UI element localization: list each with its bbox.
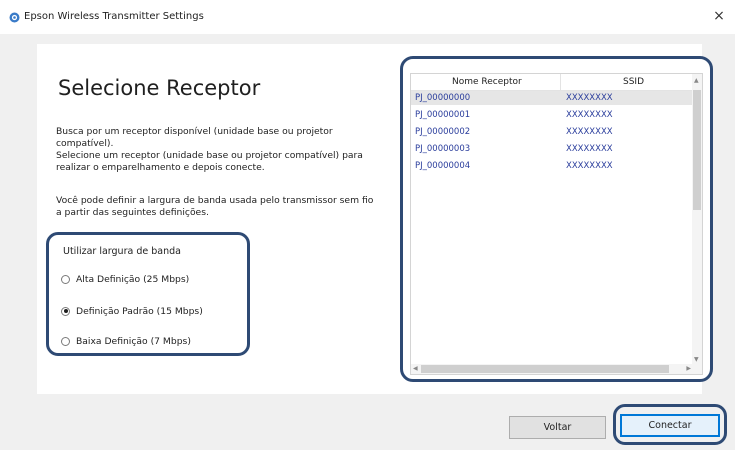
receiver-name: PJ_00000003 — [415, 144, 471, 154]
horizontal-scroll-thumb[interactable] — [421, 365, 669, 373]
list-row[interactable]: PJ_00000003 XXXXXXXX — [411, 142, 694, 156]
receiver-ssid: XXXXXXXX — [566, 93, 613, 103]
radio-button-selected[interactable] — [61, 306, 70, 316]
list-row[interactable]: PJ_00000002 XXXXXXXX — [411, 125, 694, 139]
receiver-name: PJ_00000004 — [415, 161, 471, 171]
vertical-scroll-thumb[interactable] — [693, 90, 701, 210]
receiver-list[interactable]: Nome Receptor SSID PJ_00000000 XXXXXXXX … — [410, 73, 703, 375]
list-row-selected[interactable]: PJ_00000000 XXXXXXXX — [411, 91, 694, 105]
horizontal-scrollbar[interactable]: ◀ ▶ — [411, 364, 694, 374]
bandwidth-group-label: Utilizar largura de banda — [63, 246, 181, 257]
scroll-up-icon[interactable]: ▲ — [694, 77, 699, 84]
receiver-name: PJ_00000001 — [415, 110, 471, 120]
close-icon[interactable]: × — [709, 6, 729, 26]
radio-high-definition[interactable]: Alta Definição (25 Mbps) — [61, 272, 189, 286]
description-text: Busca por um receptor disponível (unidad… — [56, 126, 363, 173]
scroll-down-icon[interactable]: ▼ — [694, 356, 699, 363]
radio-button[interactable] — [61, 274, 70, 284]
scroll-left-icon[interactable]: ◀ — [413, 365, 418, 372]
page-title: Selecione Receptor — [58, 76, 261, 100]
bandwidth-description: Você pode definir a largura de banda usa… — [56, 195, 374, 218]
receiver-ssid: XXXXXXXX — [566, 161, 613, 171]
radio-low-definition[interactable]: Baixa Definição (7 Mbps) — [61, 334, 191, 348]
vertical-scrollbar[interactable]: ▲ ▼ — [692, 74, 702, 374]
column-divider[interactable] — [560, 74, 561, 90]
title-bar: Epson Wireless Transmitter Settings × — [0, 0, 735, 34]
back-button[interactable]: Voltar — [509, 416, 606, 439]
receiver-list-highlight: Nome Receptor SSID PJ_00000000 XXXXXXXX … — [400, 56, 713, 382]
list-header: Nome Receptor SSID — [411, 74, 694, 91]
scroll-right-icon[interactable]: ▶ — [686, 365, 691, 372]
radio-label: Baixa Definição (7 Mbps) — [76, 335, 191, 347]
column-header-name[interactable]: Nome Receptor — [452, 77, 522, 87]
bandwidth-group: Utilizar largura de banda Alta Definição… — [46, 232, 250, 356]
list-row[interactable]: PJ_00000001 XXXXXXXX — [411, 108, 694, 122]
window-title: Epson Wireless Transmitter Settings — [24, 11, 204, 22]
receiver-ssid: XXXXXXXX — [566, 144, 613, 154]
settings-window: Epson Wireless Transmitter Settings × Se… — [0, 0, 735, 450]
receiver-ssid: XXXXXXXX — [566, 127, 613, 137]
receiver-name: PJ_00000000 — [415, 93, 471, 103]
app-icon — [9, 12, 20, 23]
column-header-ssid[interactable]: SSID — [623, 77, 644, 87]
radio-button[interactable] — [61, 336, 70, 346]
receiver-ssid: XXXXXXXX — [566, 110, 613, 120]
receiver-name: PJ_00000002 — [415, 127, 471, 137]
connect-button[interactable]: Conectar — [620, 414, 720, 437]
radio-standard-definition[interactable]: Definição Padrão (15 Mbps) — [61, 304, 203, 318]
list-row[interactable]: PJ_00000004 XXXXXXXX — [411, 159, 694, 173]
radio-label: Alta Definição (25 Mbps) — [76, 273, 190, 285]
radio-label: Definição Padrão (15 Mbps) — [76, 305, 203, 317]
